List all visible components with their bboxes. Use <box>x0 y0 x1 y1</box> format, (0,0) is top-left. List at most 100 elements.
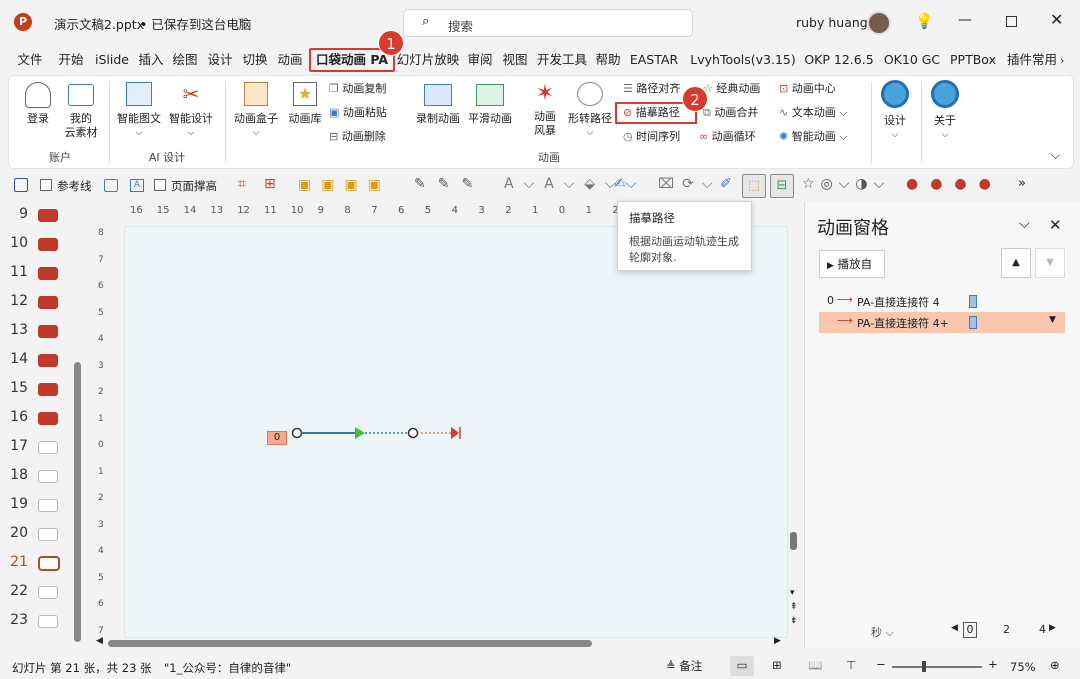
anim-copy-button[interactable]: ❐ 动画复制 <box>329 81 386 97</box>
slide-thumb-selected[interactable]: 21 <box>4 552 82 574</box>
motion-path[interactable] <box>285 421 475 445</box>
grid-icon[interactable]: ⌗ <box>238 176 246 192</box>
record-animation-button[interactable]: 录制动画 <box>413 82 463 126</box>
about-button[interactable]: 关于 ⌵ <box>925 80 965 142</box>
zoom-in-button[interactable]: + <box>988 657 998 671</box>
tab-ok10[interactable]: OK10 GC <box>882 50 942 70</box>
anim-delete-button[interactable]: ⊟ 动画删除 <box>329 129 386 145</box>
distribute-icon[interactable]: ⊞ <box>264 176 276 192</box>
slide-thumb[interactable]: 22 <box>4 581 82 603</box>
tab-transitions[interactable]: 切换 <box>239 50 271 70</box>
tab-animations[interactable]: 动画 <box>274 50 306 70</box>
slide[interactable]: 0 <box>124 226 788 638</box>
smart-design-button[interactable]: ✂ 智能设计 ⌵ <box>167 82 215 140</box>
classic-animation-button[interactable]: ☆ 经典动画 <box>703 81 760 97</box>
close-button[interactable]: ✕ <box>1050 10 1063 29</box>
text-color-icons[interactable]: A⌵A⌵⬙⌵ <box>504 176 626 192</box>
design-button[interactable]: 设计 ⌵ <box>875 80 915 142</box>
slide-thumb[interactable]: 17 <box>4 436 82 458</box>
slide-thumb[interactable]: 12 <box>4 291 82 313</box>
tab-pptbox[interactable]: PPTBox <box>948 50 998 70</box>
zoom-level[interactable]: 75% <box>1010 660 1036 674</box>
slide-thumb[interactable]: 15 <box>4 378 82 400</box>
tab-view[interactable]: 视图 <box>499 50 531 70</box>
slide-thumb[interactable]: 13 <box>4 320 82 342</box>
frame-icon[interactable] <box>104 179 118 192</box>
select-pane-button[interactable]: ⬚ <box>742 174 766 198</box>
anim-paste-button[interactable]: ▣ 动画粘贴 <box>329 105 387 121</box>
reading-view-icon[interactable]: 📖 <box>808 658 822 672</box>
slide-thumb[interactable]: 11 <box>4 262 82 284</box>
slide-thumb[interactable]: 9 <box>4 204 82 226</box>
scroll-right-icon[interactable]: ▶ <box>1049 623 1056 633</box>
shape-tools-icon[interactable]: ▣▣▣▣ <box>298 177 391 193</box>
tab-review[interactable]: 审阅 <box>464 50 496 70</box>
animation-library-button[interactable]: ★ 动画库 <box>285 82 325 126</box>
login-button[interactable]: 登录 <box>23 82 53 126</box>
sorter-view-icon[interactable]: ⊞ <box>772 658 782 672</box>
scroll-down-arrow-icon[interactable]: ▾ <box>790 588 795 598</box>
slide-thumb[interactable]: 16 <box>4 407 82 429</box>
tab-lvyhtools[interactable]: LvyhTools(v3.15) <box>690 50 796 70</box>
smooth-animation-button[interactable]: 平滑动画 <box>465 82 515 126</box>
path-align-button[interactable]: ☰ 路径对齐 <box>623 81 680 97</box>
eyedropper-icons[interactable]: ✎✎✎ <box>414 176 485 192</box>
animation-storm-button[interactable]: ✶ 动画 风暴 <box>529 82 561 138</box>
slide-thumb[interactable]: 14 <box>4 349 82 371</box>
path-mid-point[interactable] <box>407 427 419 439</box>
slide-thumb[interactable]: 18 <box>4 465 82 487</box>
tab-eastar[interactable]: EASTAR <box>628 50 680 70</box>
minimize-button[interactable]: — <box>958 12 972 28</box>
pane-options-icon[interactable]: ⌵ <box>1019 216 1030 232</box>
tab-draw[interactable]: 绘图 <box>170 50 200 70</box>
play-from-button[interactable]: ▶ 播放自 <box>819 250 885 278</box>
user-name[interactable]: ruby huang <box>796 15 868 30</box>
notes-button[interactable]: ≜ 备注 <box>666 658 702 674</box>
tab-slideshow[interactable]: 幻灯片放映 <box>396 50 460 70</box>
maximize-button[interactable] <box>1006 16 1017 27</box>
tab-help[interactable]: 帮助 <box>592 50 624 70</box>
format-painter-icon[interactable]: ✐ <box>720 176 732 192</box>
tab-developer[interactable]: 开发工具 <box>534 50 590 70</box>
scroll-left-icon[interactable]: ◀ <box>951 623 958 633</box>
zoom-out-button[interactable]: − <box>876 657 886 671</box>
shape-to-path-button[interactable]: 形转路径 ⌵ <box>565 82 615 140</box>
tab-insert[interactable]: 插入 <box>136 50 166 70</box>
horizontal-scrollbar[interactable] <box>108 640 592 647</box>
move-down-button[interactable]: ▼ <box>1035 248 1065 278</box>
loop-animation-button[interactable]: ∞ 动画循环 <box>699 129 756 145</box>
edit-icon[interactable]: ✍⌵ <box>614 176 636 192</box>
slide-thumb[interactable]: 20 <box>4 523 82 545</box>
lightbulb-icon[interactable]: 💡 <box>915 12 934 30</box>
normal-view-button[interactable]: ▭ <box>730 656 754 676</box>
page-fill-checkbox[interactable] <box>154 179 166 191</box>
chevron-down-icon[interactable]: ⌵ <box>238 12 246 26</box>
animation-center-button[interactable]: ⊡ 动画中心 <box>779 81 836 97</box>
more-icon[interactable]: » <box>1018 176 1026 191</box>
align-pane-button[interactable]: ⊟ <box>770 174 794 198</box>
smart-animation-button[interactable]: ✺ 智能动画 ⌵ <box>779 129 848 145</box>
smart-text-button[interactable]: 智能图文 ⌵ <box>115 82 163 140</box>
scroll-left-icon[interactable]: ◀ <box>96 636 103 646</box>
prev-slide-icon[interactable]: ⇞ <box>790 602 798 612</box>
search-box[interactable]: ⌕ 搜索 <box>403 9 693 37</box>
save-status[interactable]: • 已保存到这台电脑 <box>140 14 251 33</box>
tab-plugins[interactable]: 插件常用 <box>1004 50 1060 70</box>
collapse-ribbon-icon[interactable]: ⌵ <box>1051 148 1060 163</box>
animation-list-item-selected[interactable]: ⟶ PA-直接连接符 4+ ▼ <box>819 312 1065 333</box>
move-up-button[interactable]: ▲ <box>1001 248 1031 278</box>
text-animation-button[interactable]: ∿ 文本动画 ⌵ <box>779 105 848 121</box>
pane-close-icon[interactable]: ✕ <box>1049 216 1062 234</box>
tab-islide[interactable]: iSlide <box>92 50 132 70</box>
avatar[interactable] <box>867 11 891 35</box>
timeline-scale[interactable]: ◀ 0 2 4 ▶ <box>951 622 1061 640</box>
path-start-point[interactable] <box>291 427 303 439</box>
tab-design[interactable]: 设计 <box>205 50 235 70</box>
slide-thumb[interactable]: 19 <box>4 494 82 516</box>
zoom-thumb[interactable] <box>922 661 926 672</box>
chevron-down-icon[interactable]: ▼ <box>1049 315 1056 325</box>
color-blob-icons[interactable]: ●●●● <box>906 176 1003 192</box>
slideshow-icon[interactable]: ⊤ <box>846 658 856 672</box>
animation-box-button[interactable]: 动画盒子 ⌵ <box>231 82 281 140</box>
tab-scroll-right-icon[interactable]: › <box>1060 54 1064 67</box>
